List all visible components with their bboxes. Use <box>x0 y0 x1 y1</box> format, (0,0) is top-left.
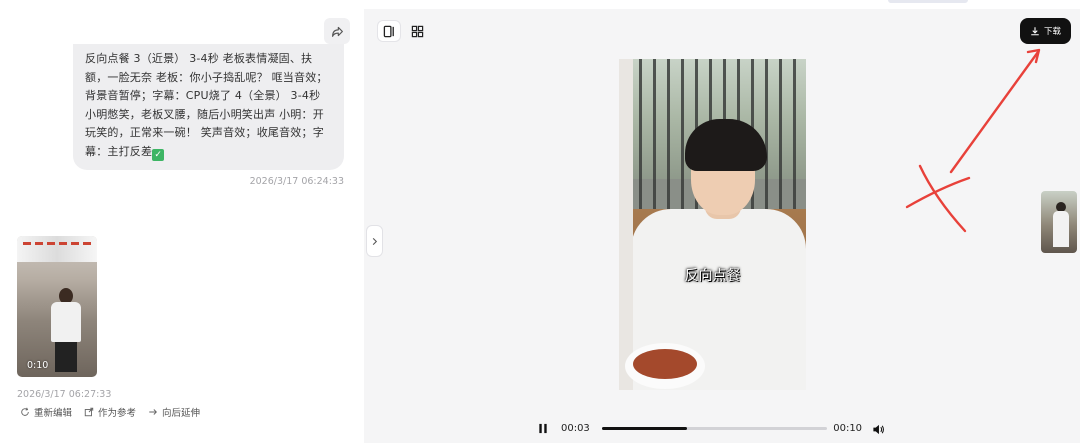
refresh-icon <box>21 407 29 416</box>
re-edit-label: 重新编辑 <box>34 408 73 419</box>
use-as-reference-button[interactable]: 作为参考 <box>84 405 136 419</box>
grid-view-button[interactable] <box>406 21 428 41</box>
re-edit-button[interactable]: 重新编辑 <box>20 405 72 419</box>
extend-forward-label: 向后延伸 <box>162 408 201 419</box>
share-button[interactable] <box>324 18 350 44</box>
video-preview-panel: 下载 反向点餐 00:03 00:10 <box>364 9 1080 443</box>
external-link-icon <box>84 407 94 417</box>
pause-button[interactable] <box>536 421 550 435</box>
grid-view-icon <box>411 25 423 37</box>
progress-fill <box>601 426 688 430</box>
chevron-right-icon <box>372 237 378 245</box>
side-video-thumbnail[interactable] <box>1041 191 1077 253</box>
volume-icon <box>873 424 884 435</box>
single-view-icon <box>383 25 394 37</box>
app-root: 反向点餐 3（近景） 3-4秒 老板表情凝固、扶额，一脸无奈 老板：你小子捣乱呢… <box>0 0 1080 443</box>
use-as-reference-label: 作为参考 <box>98 408 137 419</box>
download-icon <box>1031 27 1039 36</box>
video-duration: 0:10 <box>27 360 49 371</box>
video-caption: 反向点餐 <box>684 268 741 284</box>
current-time: 00:03 <box>560 422 590 434</box>
thumbnail-person <box>51 288 81 372</box>
video-timestamp: 2026/3/17 06:27:33 <box>17 389 112 400</box>
menu-board <box>17 236 97 262</box>
volume-button[interactable] <box>872 421 886 435</box>
download-button[interactable]: 下载 <box>1020 18 1071 44</box>
total-time: 00:10 <box>833 422 863 434</box>
top-tab-indicator <box>888 0 968 3</box>
download-label: 下载 <box>1043 27 1061 37</box>
share-icon <box>331 26 343 37</box>
pause-icon <box>539 423 547 433</box>
chat-panel: 反向点餐 3（近景） 3-4秒 老板表情凝固、扶额，一脸无奈 老板：你小子捣乱呢… <box>0 0 362 443</box>
extend-forward-button[interactable]: 向后延伸 <box>148 405 200 419</box>
view-mode-toggle <box>378 21 428 41</box>
video-thumbnail[interactable]: 0:10 <box>17 236 97 377</box>
progress-bar[interactable] <box>601 426 828 430</box>
collapse-panel-button[interactable] <box>367 226 382 256</box>
message-text: 反向点餐 3（近景） 3-4秒 老板表情凝固、扶额，一脸无奈 老板：你小子捣乱呢… <box>85 52 328 158</box>
video-player[interactable]: 反向点餐 <box>619 59 806 390</box>
message-bubble: 反向点餐 3（近景） 3-4秒 老板表情凝固、扶额，一脸无奈 老板：你小子捣乱呢… <box>73 44 344 170</box>
check-emoji-icon: ✓ <box>152 148 165 161</box>
arrow-right-icon <box>149 409 158 415</box>
playback-controls: 00:03 00:10 <box>536 420 886 436</box>
message-actions: 重新编辑 作为参考 向后延伸 <box>20 405 200 419</box>
message-timestamp: 2026/3/17 06:24:33 <box>249 176 344 187</box>
single-view-button[interactable] <box>378 21 400 41</box>
